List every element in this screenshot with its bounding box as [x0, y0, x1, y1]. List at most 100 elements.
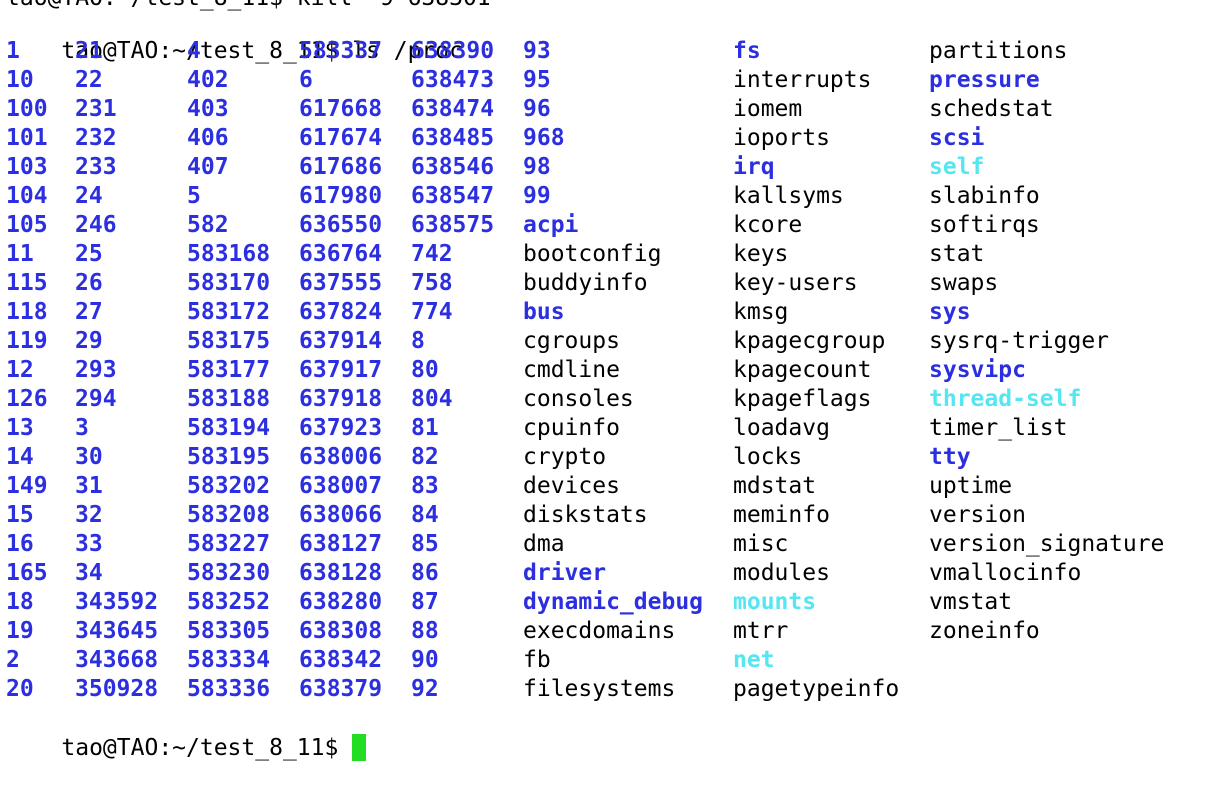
directory-entry: 34: [75, 560, 103, 586]
directory-entry: 95: [523, 67, 551, 93]
ls-output-listing: 1 10 100 101 103 104 105 11 115 118 119 12 126 13 14 14…: [6, 37, 1218, 704]
directory-entry: acpi: [523, 212, 579, 238]
directory-entry: 638280: [299, 589, 383, 615]
directory-entry: 638575: [411, 212, 495, 238]
symlink-entry: self: [929, 154, 985, 180]
directory-entry: 638474: [411, 96, 495, 122]
directory-entry: 21: [75, 38, 103, 64]
directory-entry: 583337: [299, 38, 383, 64]
directory-entry: 583177: [187, 357, 271, 383]
directory-entry: 101: [6, 125, 48, 151]
directory-entry: 294: [75, 386, 117, 412]
directory-entry: 96: [523, 96, 551, 122]
file-entry: cmdline: [523, 357, 620, 383]
file-entry: cpuinfo: [523, 415, 620, 441]
file-entry: mtrr: [733, 618, 789, 644]
file-entry: meminfo: [733, 502, 830, 528]
directory-entry: 343668: [75, 647, 159, 673]
directory-entry: 92: [411, 676, 439, 702]
directory-entry: 637923: [299, 415, 383, 441]
directory-entry: 90: [411, 647, 439, 673]
directory-entry: 233: [75, 154, 117, 180]
directory-entry: 30: [75, 444, 103, 470]
directory-entry: 637914: [299, 328, 383, 354]
directory-entry: 637918: [299, 386, 383, 412]
directory-entry: 13: [6, 415, 34, 441]
file-entry: vmallocinfo: [929, 560, 1082, 586]
directory-entry: 638066: [299, 502, 383, 528]
file-entry: stat: [929, 241, 985, 267]
terminal-window[interactable]: tao@TAO:~/test_8_11$ kill -9 638301 tao@…: [6, 0, 1212, 761]
file-entry: filesystems: [523, 676, 676, 702]
directory-entry: 3: [75, 415, 89, 441]
file-entry: fb: [523, 647, 551, 673]
file-entry: softirqs: [929, 212, 1040, 238]
file-entry: consoles: [523, 386, 634, 412]
current-prompt-line[interactable]: tao@TAO:~/test_8_11$: [6, 705, 367, 761]
directory-entry: 87: [411, 589, 439, 615]
symlink-entry: thread-self: [929, 386, 1082, 412]
file-entry: zoneinfo: [929, 618, 1040, 644]
file-entry: crypto: [523, 444, 607, 470]
file-entry: schedstat: [929, 96, 1054, 122]
directory-entry: 16: [6, 531, 34, 557]
directory-entry: 99: [523, 183, 551, 209]
directory-entry: 6: [299, 67, 313, 93]
directory-entry: 638379: [299, 676, 383, 702]
directory-entry: 407: [187, 154, 229, 180]
directory-entry: 638546: [411, 154, 495, 180]
directory-entry: 617980: [299, 183, 383, 209]
shell-prompt: tao@TAO:~/test_8_11$: [61, 735, 353, 761]
file-entry: devices: [523, 473, 620, 499]
directory-entry: 19: [6, 618, 34, 644]
directory-entry: 33: [75, 531, 103, 557]
directory-entry: pressure: [929, 67, 1040, 93]
directory-entry: 583336: [187, 676, 271, 702]
file-entry: keys: [733, 241, 789, 267]
directory-entry: 12: [6, 357, 34, 383]
directory-entry: 4: [187, 38, 201, 64]
directory-entry: 165: [6, 560, 48, 586]
directory-entry: 24: [75, 183, 103, 209]
directory-entry: 105: [6, 212, 48, 238]
directory-entry: 583334: [187, 647, 271, 673]
directory-entry: 32: [75, 502, 103, 528]
directory-entry: 88: [411, 618, 439, 644]
directory-entry: 26: [75, 270, 103, 296]
directory-entry: 20: [6, 676, 34, 702]
directory-entry: 103: [6, 154, 48, 180]
directory-entry: 82: [411, 444, 439, 470]
directory-entry: 617686: [299, 154, 383, 180]
command-line: tao@TAO:~/test_8_11$ ls /proc: [6, 8, 463, 64]
directory-entry: dynamic_debug: [523, 589, 704, 615]
directory-entry: 232: [75, 125, 117, 151]
directory-entry: driver: [523, 560, 607, 586]
file-entry: partitions: [929, 38, 1068, 64]
file-entry: cgroups: [523, 328, 620, 354]
file-entry: mdstat: [733, 473, 817, 499]
directory-entry: 115: [6, 270, 48, 296]
directory-entry: sysvipc: [929, 357, 1026, 383]
directory-entry: 742: [411, 241, 453, 267]
directory-entry: 343592: [75, 589, 159, 615]
directory-entry: 583230: [187, 560, 271, 586]
directory-entry: 637917: [299, 357, 383, 383]
directory-entry: 617668: [299, 96, 383, 122]
directory-entry: 80: [411, 357, 439, 383]
directory-entry: 1: [6, 38, 20, 64]
file-entry: execdomains: [523, 618, 676, 644]
directory-entry: 18: [6, 589, 34, 615]
directory-entry: 15: [6, 502, 34, 528]
directory-entry: 638342: [299, 647, 383, 673]
directory-entry: 5: [187, 183, 201, 209]
directory-entry: 246: [75, 212, 117, 238]
directory-entry: 968: [523, 125, 565, 151]
directory-entry: 636764: [299, 241, 383, 267]
file-entry: vmstat: [929, 589, 1013, 615]
directory-entry: bus: [523, 299, 565, 325]
directory-entry: 14: [6, 444, 34, 470]
directory-entry: 98: [523, 154, 551, 180]
directory-entry: 617674: [299, 125, 383, 151]
directory-entry: 27: [75, 299, 103, 325]
directory-entry: 81: [411, 415, 439, 441]
